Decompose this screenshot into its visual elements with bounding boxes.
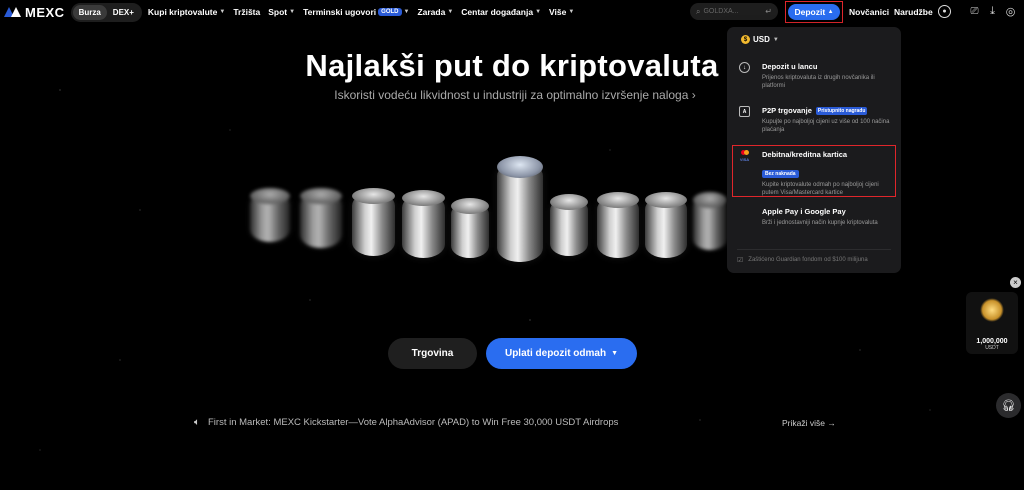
exchange-switch: Burza DEX+ <box>70 2 142 22</box>
currency-label: USD <box>753 35 770 44</box>
menu-item-title-row: P2P trgovanje Pristupnito nagradu <box>762 106 896 115</box>
tab-dex[interactable]: DEX+ <box>107 5 140 20</box>
card-brands-icon: VISA <box>739 149 750 162</box>
coin-image <box>550 194 588 256</box>
tab-burza[interactable]: Burza <box>72 4 107 20</box>
nav-label: Spot <box>268 7 288 17</box>
nav-label: Centar događanja <box>461 7 534 17</box>
nav-markets[interactable]: Tržišta <box>233 7 260 17</box>
menu-item-title: Debitna/kreditna kartica <box>762 150 848 159</box>
headset-support-icon[interactable]: 🎧︎ <box>996 393 1021 418</box>
deposit-button[interactable]: Depozit ▲ <box>788 4 840 20</box>
currency-selector[interactable]: $ USD ▼ <box>741 35 891 44</box>
caret-down-icon: ▼ <box>219 9 226 15</box>
announcement-text: First in Market: MEXC Kickstarter—Vote A… <box>208 417 619 428</box>
dollar-coin-icon: $ <box>741 35 750 44</box>
hero-subtitle-text: Iskoristi vodeću likvidnost u industriji… <box>334 88 689 102</box>
wallets-link[interactable]: Novčanici <box>849 7 889 17</box>
menu-item-card[interactable]: VISA Debitna/kreditna kartica Bez naknad… <box>736 149 896 197</box>
show-more-label: Prikaži više <box>782 418 825 428</box>
guardian-text: Zaštićeno Guardian fondom od $100 miliju… <box>748 257 868 263</box>
caret-down-icon: ▼ <box>611 350 619 357</box>
deposit-now-label: Uplati depozit odmah <box>504 348 607 359</box>
nav-label: Terminski ugovori <box>303 7 377 17</box>
guardian-fund-note: ☑ Zaštićeno Guardian fondom od $100 mili… <box>737 249 891 264</box>
menu-item-onchain-deposit[interactable]: ↓ Depozit u lancu Prijenos kriptovaluta … <box>736 62 896 90</box>
nav-label: Kupi kriptovalute <box>147 7 218 17</box>
nav-earn[interactable]: Zarada ▼ <box>417 7 453 17</box>
nav-events[interactable]: Centar događanja ▼ <box>461 7 541 17</box>
nav-buy-crypto[interactable]: Kupi kriptovalute ▼ <box>148 7 225 17</box>
menu-item-desc: Brži i jednostavniji način kupnje kripto… <box>762 220 878 226</box>
menu-item-desc: Kupite kriptovalute odmah po najboljoj c… <box>762 182 879 197</box>
caret-up-icon: ▲ <box>827 9 834 15</box>
coin-image <box>402 190 445 258</box>
download-icon[interactable]: ⤓ <box>986 5 999 18</box>
menu-item-title: Depozit u lancu <box>762 62 818 71</box>
no-fee-tag: Bez naknada <box>762 170 799 178</box>
search-input[interactable]: ⌕ GOLDXA... ↵ <box>690 3 778 20</box>
nav-futures[interactable]: Terminski ugovori GOLD ▼ <box>303 7 409 17</box>
gift-icon[interactable]: ⎚ <box>968 5 981 18</box>
trade-button[interactable]: Trgovina <box>388 338 477 369</box>
search-icon: ⌕ <box>696 6 701 16</box>
nav-label: Tržišta <box>233 7 261 17</box>
deposit-now-button[interactable]: Uplati depozit odmah ▼ <box>486 338 637 369</box>
coin-image <box>597 192 639 258</box>
menu-item-desc: Prijenos kriptovaluta iz drugih novčanik… <box>762 75 875 90</box>
deposit-highlight-box: Depozit ▲ <box>785 1 843 23</box>
caret-down-icon: ▼ <box>447 9 454 15</box>
menu-item-p2p[interactable]: A P2P trgovanje Pristupnito nagradu Kupu… <box>736 106 896 134</box>
globe-icon[interactable]: ◎ <box>1004 5 1017 18</box>
coin-stack-illustration <box>245 150 727 280</box>
show-more-link[interactable]: Prikaži više → <box>782 418 836 428</box>
caret-down-icon: ▼ <box>772 36 779 43</box>
caret-down-icon: ▼ <box>289 9 296 15</box>
caret-down-icon: ▼ <box>568 9 575 15</box>
gold-badge: GOLD <box>378 8 402 16</box>
coin-image <box>352 188 395 256</box>
coin-image <box>250 188 290 242</box>
promo-burst-icon <box>980 298 1004 322</box>
search-placeholder: GOLDXA... <box>703 8 739 15</box>
menu-item-title: P2P trgovanje <box>762 106 812 115</box>
nav-spot[interactable]: Spot ▼ <box>268 7 295 17</box>
nav-label: Više <box>549 7 567 17</box>
menu-item-desc: Kupujte po najboljoj cijeni uz više od 1… <box>762 119 890 134</box>
user-avatar-icon[interactable]: ● <box>938 5 951 18</box>
coin-image-bitcoin <box>497 156 543 262</box>
promo-amount: 1,000,000 <box>976 338 1008 345</box>
nav-label: Zarada <box>417 7 446 17</box>
visa-icon: VISA <box>739 156 750 162</box>
promo-unit: USDT <box>985 345 999 351</box>
coin-image <box>693 192 727 250</box>
coin-image <box>300 188 342 248</box>
menu-item-title: Apple Pay i Google Pay <box>762 207 846 216</box>
download-arrow-icon: ↓ <box>739 62 750 73</box>
menu-item-apple-google-pay[interactable]: Apple Pay i Google Pay Brži i jednostavn… <box>736 207 896 227</box>
mastercard-icon <box>740 149 749 155</box>
deposit-dropdown-menu: $ USD ▼ ↓ Depozit u lancu Prijenos kript… <box>727 27 901 273</box>
caret-down-icon: ▼ <box>535 9 542 15</box>
p2p-icon: A <box>739 106 750 117</box>
speaker-icon: 🔈︎ <box>194 417 200 428</box>
promo-widget[interactable]: 1,000,000 USDT <box>966 292 1018 354</box>
shield-check-icon: ☑ <box>737 257 744 264</box>
deposit-label: Depozit <box>794 7 826 17</box>
coin-image <box>451 198 489 258</box>
enter-icon: ↵ <box>765 7 772 16</box>
announcement-ticker[interactable]: 🔈︎ First in Market: MEXC Kickstarter—Vot… <box>194 417 618 428</box>
caret-down-icon: ▼ <box>403 9 410 15</box>
mexc-logo-icon <box>4 7 22 17</box>
close-icon[interactable]: × <box>1010 277 1021 288</box>
reward-tag: Pristupnito nagradu <box>815 106 868 115</box>
apple-google-pay-icon <box>739 207 750 218</box>
chevron-right-icon: › <box>691 88 696 102</box>
coin-image <box>645 192 687 258</box>
nav-more[interactable]: Više ▼ <box>549 7 574 17</box>
orders-link[interactable]: Narudžbe <box>894 7 933 17</box>
logo-text: MEXC <box>25 4 65 20</box>
mexc-logo[interactable]: MEXC <box>4 5 65 20</box>
